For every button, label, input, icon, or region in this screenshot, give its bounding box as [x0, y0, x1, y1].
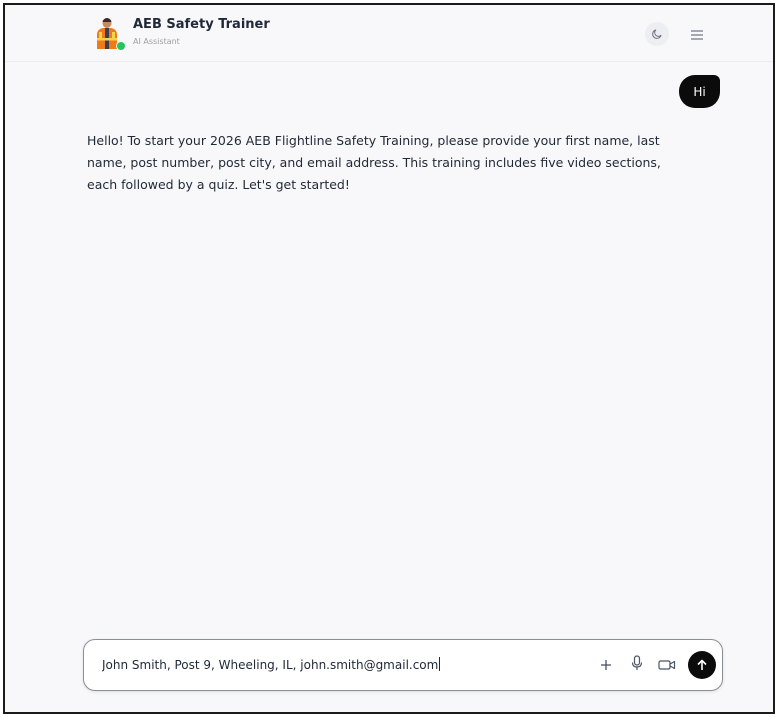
- voice-input-button[interactable]: [627, 655, 647, 675]
- video-call-button[interactable]: [657, 655, 677, 675]
- header: AEB Safety Trainer AI Assistant: [5, 5, 773, 62]
- message-composer: John Smith, Post 9, Wheeling, IL, john.s…: [83, 639, 723, 691]
- microphone-icon: [631, 655, 643, 675]
- text-caret: [439, 657, 441, 671]
- online-status-indicator: [116, 41, 126, 51]
- hamburger-menu-icon: [691, 25, 703, 44]
- video-camera-icon: [658, 656, 676, 675]
- arrow-up-icon: [696, 656, 708, 675]
- app-title: AEB Safety Trainer: [133, 17, 270, 32]
- assistant-message: Hello! To start your 2026 AEB Flightline…: [87, 133, 661, 192]
- send-button[interactable]: [688, 651, 716, 679]
- message-input[interactable]: John Smith, Post 9, Wheeling, IL, john.s…: [102, 657, 562, 672]
- message-input-value: John Smith, Post 9, Wheeling, IL, john.s…: [102, 658, 439, 672]
- user-message: Hi: [679, 75, 720, 108]
- plus-icon: [600, 656, 612, 675]
- theme-toggle-button[interactable]: [645, 22, 669, 46]
- menu-button[interactable]: [687, 24, 707, 44]
- moon-icon: [651, 25, 663, 44]
- app-subtitle: AI Assistant: [133, 37, 180, 46]
- attach-button[interactable]: [596, 655, 616, 675]
- app-window: AEB Safety Trainer AI Assistant Hi Hello…: [3, 3, 775, 714]
